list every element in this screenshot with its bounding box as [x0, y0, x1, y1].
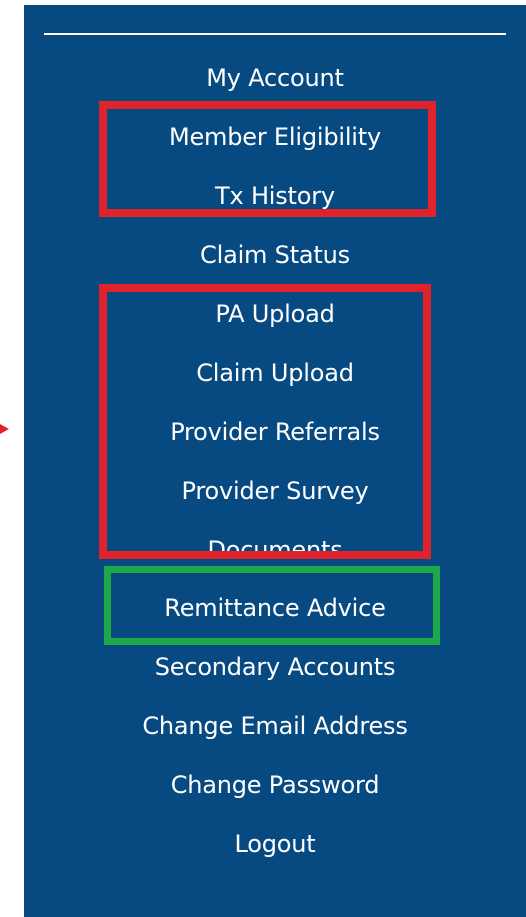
menu-item-secondary-accounts[interactable]: Secondary Accounts	[24, 647, 526, 687]
menu-item-documents[interactable]: Documents	[24, 530, 526, 553]
sidebar-menu: My Account Member Eligibility Tx History…	[24, 5, 526, 917]
menu-item-change-email-address[interactable]: Change Email Address	[24, 706, 526, 746]
menu-item-change-password[interactable]: Change Password	[24, 765, 526, 805]
menu-item-remittance-advice[interactable]: Remittance Advice	[24, 588, 526, 628]
annotation-arrow-icon	[0, 424, 9, 434]
menu-item-logout[interactable]: Logout	[24, 824, 526, 864]
documents-clip: Documents	[24, 5, 526, 553]
